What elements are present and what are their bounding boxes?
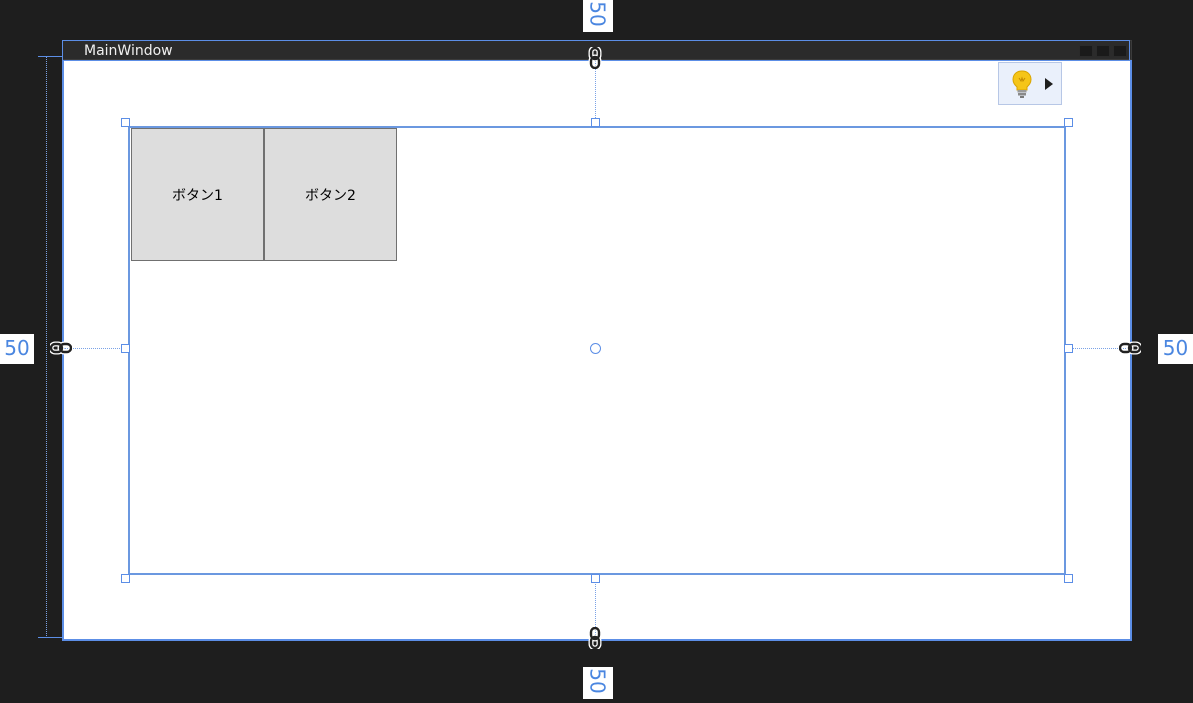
button-2-label: ボタン2 (305, 187, 356, 204)
maximize-button[interactable] (1096, 45, 1110, 57)
minimize-button[interactable] (1079, 45, 1093, 57)
light-bulb-icon (1012, 70, 1032, 98)
top-margin-line (595, 60, 596, 126)
left-chain-link-icon[interactable] (50, 337, 72, 359)
triangle-right-icon[interactable] (1044, 78, 1054, 90)
quick-actions-button[interactable] (998, 62, 1062, 105)
resize-handle-bottom-right[interactable] (1064, 574, 1073, 583)
bottom-margin-value[interactable]: 50 (583, 667, 613, 699)
left-margin-text: 50 (4, 336, 30, 360)
resize-handle-top[interactable] (591, 118, 600, 127)
resize-handle-bottom-left[interactable] (121, 574, 130, 583)
left-margin-value[interactable]: 50 (0, 334, 34, 364)
window-height-guide (46, 56, 47, 638)
button-1[interactable]: ボタン1 (131, 128, 264, 261)
xaml-designer-canvas: MainWindow ボタン1 ボタン2 50 50 50 50 (0, 0, 1193, 703)
top-chain-link-icon[interactable] (584, 47, 606, 69)
bottom-margin-text: 50 (585, 668, 610, 694)
resize-handle-top-right[interactable] (1064, 118, 1073, 127)
resize-handle-right[interactable] (1064, 344, 1073, 353)
button-2[interactable]: ボタン2 (264, 128, 397, 261)
window-height-guide-bottom (38, 637, 62, 638)
window-height-guide-top (38, 56, 62, 57)
resize-handle-bottom[interactable] (591, 574, 600, 583)
grid-center-handle[interactable] (590, 343, 601, 354)
left-margin-line (64, 348, 128, 349)
top-margin-text: 50 (585, 1, 610, 27)
close-button[interactable] (1113, 45, 1127, 57)
top-margin-value[interactable]: 50 (583, 0, 613, 32)
button-1-label: ボタン1 (172, 187, 223, 204)
right-margin-text: 50 (1162, 336, 1189, 360)
window-title: MainWindow (84, 43, 173, 59)
bottom-chain-link-icon[interactable] (584, 627, 606, 649)
right-chain-link-icon[interactable] (1119, 337, 1141, 359)
resize-handle-top-left[interactable] (121, 118, 130, 127)
resize-handle-left[interactable] (121, 344, 130, 353)
right-margin-value[interactable]: 50 (1158, 334, 1193, 364)
